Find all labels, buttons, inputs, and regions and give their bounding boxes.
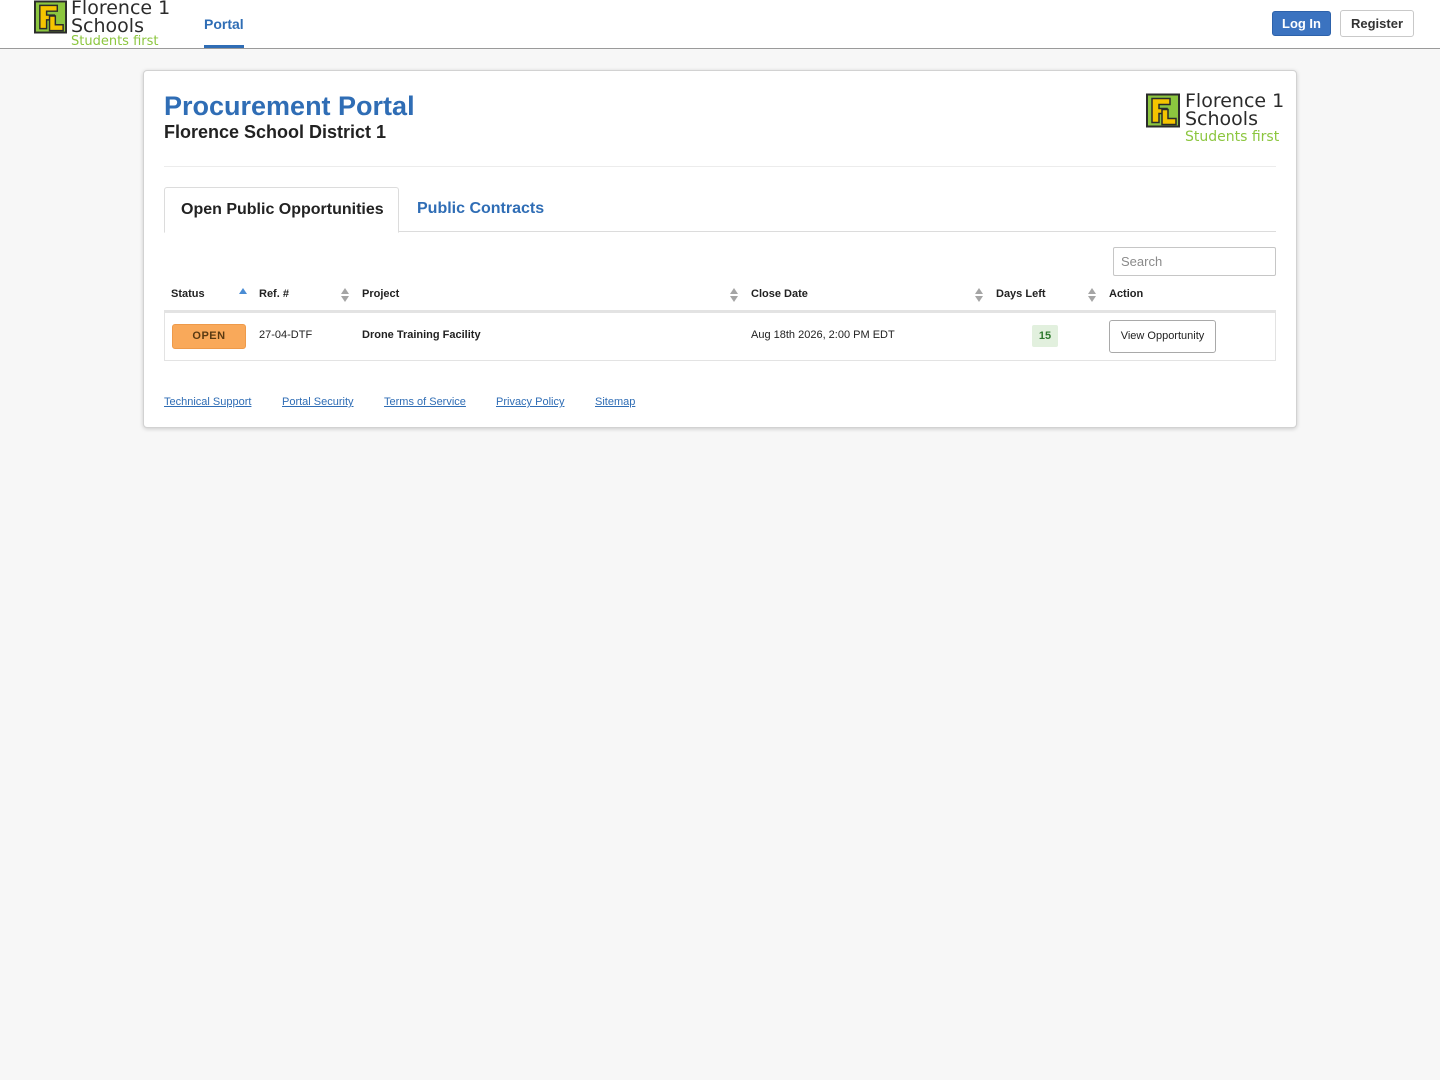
logo-tagline: Students first: [71, 34, 159, 49]
footer-link-portal-security[interactable]: Portal Security: [282, 396, 354, 408]
footer-link-terms-of-service[interactable]: Terms of Service: [384, 396, 466, 408]
tab-label: Public Contracts: [417, 200, 545, 217]
tab-public-contracts[interactable]: Public Contracts: [400, 187, 560, 231]
project-name: Drone Training Facility: [362, 329, 481, 341]
footer-link-sitemap[interactable]: Sitemap: [595, 396, 635, 408]
nav-active-indicator: [204, 45, 244, 48]
search-input[interactable]: [1113, 247, 1276, 276]
status-badge: OPEN: [172, 324, 246, 349]
sort-icon[interactable]: [730, 288, 738, 302]
page-subtitle: Florence School District 1: [164, 122, 387, 142]
sort-ascending-icon[interactable]: [239, 288, 247, 302]
footer-link-technical-support[interactable]: Technical Support: [164, 396, 251, 408]
florence-logo-mark-icon: [34, 0, 67, 34]
page-title: Procurement Portal: [164, 91, 415, 121]
column-header-action: Action: [1109, 288, 1144, 300]
top-navbar: Florence 1 Schools Students first Portal…: [0, 0, 1440, 49]
logo-name-line2: Schools: [1185, 108, 1258, 130]
column-header-status[interactable]: Status: [171, 288, 205, 300]
close-date: Aug 18th 2026, 2:00 PM EDT: [751, 329, 895, 341]
footer-link-privacy-policy[interactable]: Privacy Policy: [496, 396, 564, 408]
column-header-project[interactable]: Project: [362, 288, 399, 300]
sort-icon[interactable]: [1088, 288, 1096, 302]
login-button[interactable]: Log In: [1272, 11, 1331, 36]
sort-icon[interactable]: [341, 288, 349, 302]
tab-label: Open Public Opportunities: [181, 201, 384, 218]
column-header-ref[interactable]: Ref. #: [259, 288, 289, 300]
logo-tagline: Students first: [1185, 129, 1280, 145]
column-header-close-date[interactable]: Close Date: [751, 288, 808, 300]
view-opportunity-button[interactable]: View Opportunity: [1109, 320, 1216, 353]
register-button[interactable]: Register: [1340, 10, 1414, 37]
days-left-badge: 15: [1032, 325, 1058, 347]
district-logo: Florence 1 Schools Students first: [1146, 92, 1284, 147]
portal-card: Procurement Portal Florence School Distr…: [143, 70, 1297, 428]
florence-logo-mark-icon: [1146, 93, 1180, 128]
ref-number: 27-04-DTF: [259, 329, 313, 341]
nav-item-portal-label: Portal: [204, 16, 244, 32]
header-divider: [164, 166, 1276, 167]
nav-item-portal[interactable]: Portal: [204, 0, 244, 48]
tab-open-public-opportunities[interactable]: Open Public Opportunities: [164, 187, 399, 233]
sort-icon[interactable]: [975, 288, 983, 302]
column-header-days-left[interactable]: Days Left: [996, 288, 1046, 300]
florence-schools-logo[interactable]: Florence 1 Schools Students first: [34, 0, 170, 49]
